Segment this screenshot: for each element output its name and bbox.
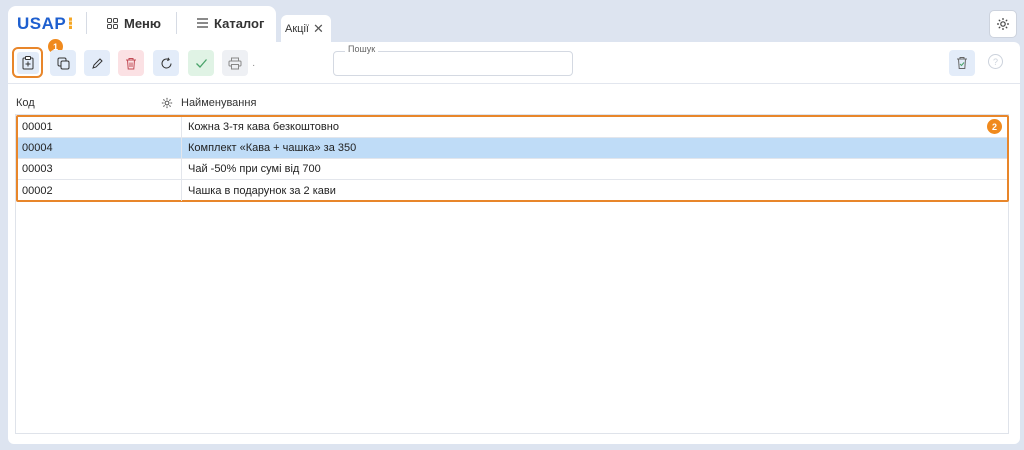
divider xyxy=(86,12,87,34)
menu-button[interactable]: Меню xyxy=(107,14,161,32)
edit-button[interactable] xyxy=(84,50,110,76)
close-icon[interactable]: ✕ xyxy=(313,21,324,37)
cell-code: 00004 xyxy=(18,138,182,158)
callout-badge-2: 2 xyxy=(987,119,1002,134)
logo-text: USAP xyxy=(17,14,67,33)
column-header-code[interactable]: Код xyxy=(16,97,35,109)
table-rows-highlight: 00001 Кожна 3-тя кава безкоштовно 00004 … xyxy=(16,115,1009,202)
copy-icon xyxy=(57,57,70,70)
add-button[interactable] xyxy=(12,47,43,78)
cell-name: Кожна 3-тя кава безкоштовно xyxy=(188,121,339,133)
copy-button[interactable] xyxy=(50,50,76,76)
table-row[interactable]: 00003 Чай -50% при сумі від 700 xyxy=(18,159,1007,180)
help-icon[interactable]: ? xyxy=(988,54,1003,69)
tab-label: Акції xyxy=(285,22,309,35)
search-box xyxy=(333,51,573,76)
delete-icon xyxy=(125,57,137,70)
main-panel: 1 · Пошук ? Код Найменування 00001 Кожна… xyxy=(8,39,1020,444)
divider xyxy=(176,12,177,34)
add-document-icon xyxy=(16,51,39,74)
settings-button[interactable] xyxy=(989,10,1017,38)
confirm-button[interactable] xyxy=(188,50,214,76)
cell-code: 00001 xyxy=(18,117,182,137)
search-label: Пошук xyxy=(345,44,379,54)
cell-code: 00003 xyxy=(18,159,182,179)
tab-promotions[interactable]: Акції ✕ xyxy=(281,15,331,42)
table-row[interactable]: 00001 Кожна 3-тя кава безкоштовно xyxy=(18,117,1007,138)
menu-label: Меню xyxy=(124,15,162,31)
table-row[interactable]: 00004 Комплект «Кава + чашка» за 350 xyxy=(18,138,1007,159)
cell-name: Комплект «Кава + чашка» за 350 xyxy=(188,142,357,154)
column-settings-icon[interactable] xyxy=(161,97,173,109)
column-header-name[interactable]: Найменування xyxy=(181,97,256,109)
toolbar: 1 · Пошук ? xyxy=(8,39,1020,84)
delete-button[interactable] xyxy=(118,50,144,76)
print-icon xyxy=(228,57,242,70)
search-input[interactable] xyxy=(334,52,572,75)
edit-icon xyxy=(91,57,104,70)
catalog-label: Каталог xyxy=(214,15,265,31)
check-icon xyxy=(195,58,208,69)
grid-icon xyxy=(107,17,118,29)
cell-code: 00002 xyxy=(18,180,182,201)
refresh-button[interactable] xyxy=(153,50,179,76)
table-row[interactable]: 00002 Чашка в подарунок за 2 кави xyxy=(18,180,1007,201)
print-button[interactable] xyxy=(222,50,248,76)
refresh-icon xyxy=(160,57,173,70)
trash-check-icon xyxy=(956,56,968,70)
cell-name: Чашка в подарунок за 2 кави xyxy=(188,184,336,197)
deleted-items-button[interactable] xyxy=(949,50,975,76)
cell-name: Чай -50% при сумі від 700 xyxy=(188,163,321,175)
logo-dots: ⁝ xyxy=(67,14,75,33)
top-bar: USAP⁝ Меню Каталог Акції ✕ xyxy=(0,0,1024,42)
gear-icon xyxy=(996,17,1010,31)
catalog-button[interactable]: Каталог xyxy=(197,14,264,32)
hamburger-icon xyxy=(197,18,208,28)
app-logo[interactable]: USAP⁝ xyxy=(17,14,74,34)
print-options-icon[interactable]: · xyxy=(252,60,255,71)
